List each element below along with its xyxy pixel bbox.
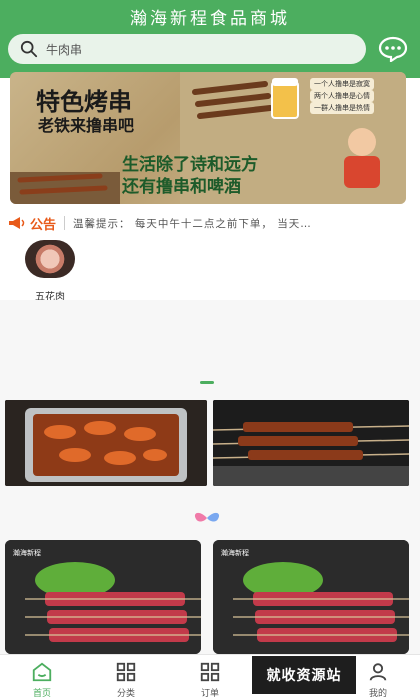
category-item[interactable]: 五花肉 [22,240,78,303]
notice-text: 温馨提示： 每天中午十二点之前下单， 当天… [73,217,312,230]
message-icon[interactable] [378,36,408,62]
shrimp-image [5,400,207,486]
product-card[interactable]: 瀚海新程 [213,540,409,654]
shrimp-photo[interactable] [5,400,207,486]
banner-note: 两个人撸串是心情 [310,90,374,102]
search-icon [20,40,38,58]
tab-label: 订单 [200,689,219,699]
tab-label: 首页 [32,689,51,699]
product-logo: 瀚海新程 [221,549,249,557]
app-title: 瀚海新程食品商城 [130,9,290,29]
butterfly-icon [194,512,220,522]
notice-divider [64,216,66,230]
product-card[interactable]: 瀚海新程 [5,540,201,654]
notice-tag: 公告 [0,214,56,233]
tab-orders[interactable]: 订单 [168,655,252,700]
skewer-photo[interactable] [213,400,409,486]
skewer-image [213,400,409,486]
banner-subtitle: 老铁来撸串吧 [38,116,135,135]
header: 瀚海新程食品商城 牛肉串 [0,0,420,78]
tab-home[interactable]: 首页 [0,655,84,700]
search-input-text: 牛肉串 [46,42,83,57]
search-bar[interactable]: 牛肉串 [8,34,366,64]
grid-icon [200,662,220,682]
product-logo: 瀚海新程 [13,549,41,557]
megaphone-icon [9,217,25,229]
tab-category[interactable]: 分类 [84,655,168,700]
tab-label: 分类 [116,689,135,699]
watermark: 就收资源站 [252,656,356,694]
home-icon [32,662,52,682]
banner-note: 一个人撸串是寂寞 [310,78,374,90]
category-image [25,240,75,278]
page-indicator [200,381,214,384]
user-icon [369,663,387,681]
banner-note: 一群人撸串是热情 [310,102,374,114]
tab-label: 我的 [368,689,387,699]
notice-bar[interactable]: 公告 温馨提示： 每天中午十二点之前下单， 当天… [0,210,420,236]
promo-banner[interactable]: 特色烤串 老铁来撸串吧 生活除了诗和远方 还有撸串和啤酒 一个人撸串是寂寞 两个… [10,72,406,204]
bottom-tab-bar: 首页 分类 订单 我的 [0,654,420,700]
banner-slogan-2: 还有撸串和啤酒 [122,177,241,197]
notice-label: 公告 [30,217,57,233]
grid-icon [116,662,136,682]
